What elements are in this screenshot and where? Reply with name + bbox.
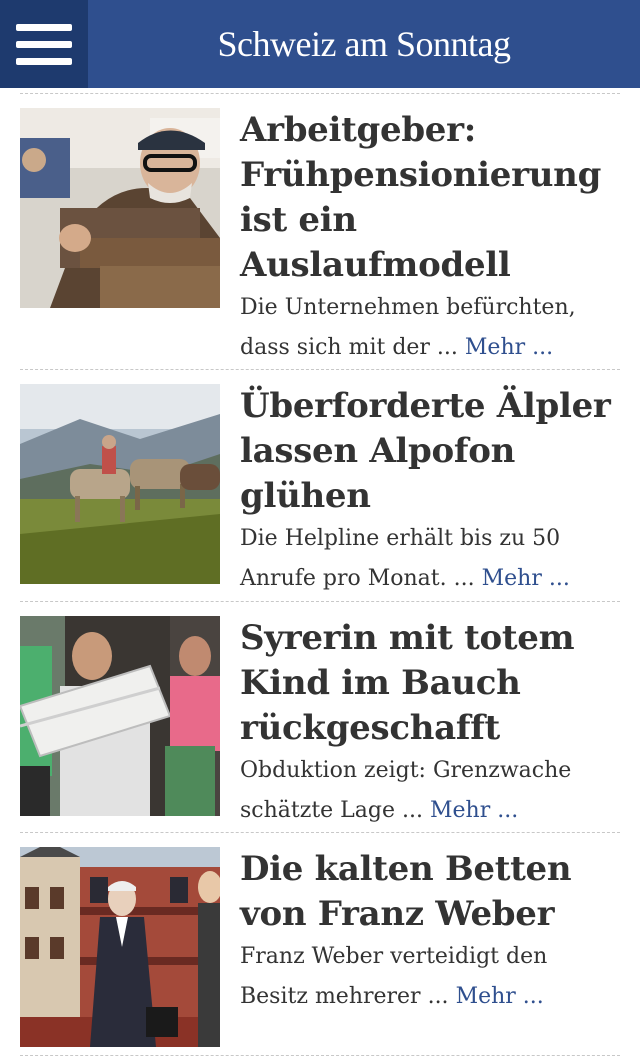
article-teaser: Franz Weber verteidigt den Besitz mehrer… bbox=[240, 937, 620, 1017]
article-teaser: Obduktion zeigt: Grenzwache schätzte Lag… bbox=[240, 751, 620, 831]
article-item[interactable]: Arbeitgeber: Frühpensionierung ist ein A… bbox=[20, 93, 620, 370]
article-item[interactable]: Überforderte Älpler lassen Alpofon glühe… bbox=[20, 369, 620, 602]
teaser-text: Obduktion zeigt: Grenzwache schätzte Lag… bbox=[240, 758, 572, 823]
more-link[interactable]: Mehr ... bbox=[430, 798, 518, 823]
article-headline[interactable]: Arbeitgeber: Frühpensionierung ist ein A… bbox=[240, 108, 620, 288]
article-headline[interactable]: Syrerin mit totem Kind im Bauch rückgesc… bbox=[240, 616, 620, 751]
more-link[interactable]: Mehr ... bbox=[482, 566, 570, 591]
article-teaser: Die Helpline erhält bis zu 50 Anrufe pro… bbox=[240, 519, 620, 599]
article-item[interactable]: Syrerin mit totem Kind im Bauch rückgesc… bbox=[20, 601, 620, 833]
article-image[interactable] bbox=[20, 616, 220, 816]
more-link[interactable]: Mehr ... bbox=[465, 335, 553, 360]
article-image[interactable] bbox=[20, 847, 220, 1047]
article-image[interactable] bbox=[20, 384, 220, 584]
app-header: Schweiz am Sonntag bbox=[0, 0, 640, 88]
article-image[interactable] bbox=[20, 108, 220, 308]
article-teaser: Die Unternehmen befürchten, dass sich mi… bbox=[240, 288, 620, 368]
menu-button[interactable] bbox=[0, 0, 88, 88]
site-title: Schweiz am Sonntag bbox=[217, 24, 511, 64]
article-headline[interactable]: Die kalten Betten von Franz Weber bbox=[240, 847, 620, 937]
article-item[interactable]: Die kalten Betten von Franz Weber Franz … bbox=[20, 832, 620, 1056]
article-headline[interactable]: Überforderte Älpler lassen Alpofon glühe… bbox=[240, 384, 620, 519]
more-link[interactable]: Mehr ... bbox=[456, 984, 544, 1009]
